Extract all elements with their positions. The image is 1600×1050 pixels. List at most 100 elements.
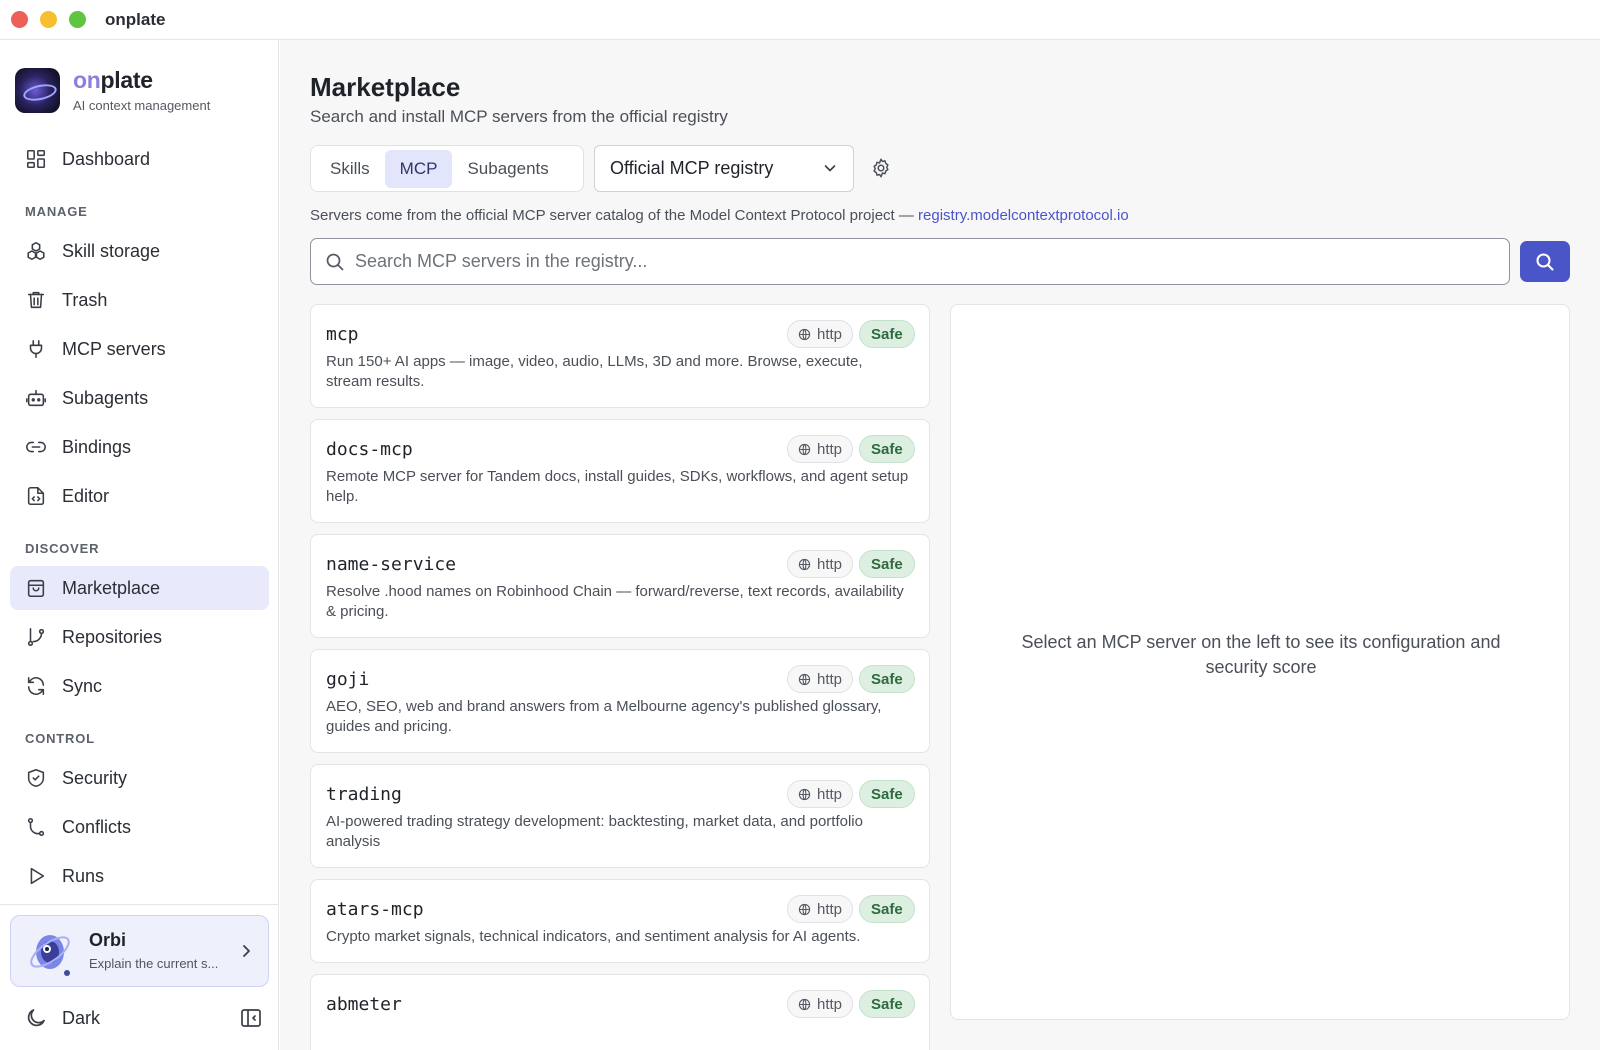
sidebar-item-skill-storage[interactable]: Skill storage: [10, 229, 269, 273]
collapse-sidebar-icon[interactable]: [239, 1006, 263, 1030]
boxes-icon: [24, 239, 48, 263]
server-card[interactable]: name-service http Safe Resolve .hood nam…: [310, 534, 930, 638]
server-description: Resolve .hood names on Robinhood Chain —…: [326, 583, 904, 620]
search-button[interactable]: [1520, 241, 1570, 282]
transport-badge: http: [787, 780, 854, 808]
refresh-icon: [24, 674, 48, 698]
moon-icon: [27, 1009, 45, 1027]
sidebar-item-label: Marketplace: [62, 577, 161, 598]
server-description: AEO, SEO, web and brand answers from a M…: [326, 698, 882, 735]
sidebar-item-repositories[interactable]: Repositories: [10, 615, 269, 659]
chevron-right-icon: [243, 945, 250, 957]
app-logo-icon: [15, 67, 60, 113]
server-card[interactable]: mcp http Safe Run 150+ AI apps — image, …: [310, 304, 930, 408]
section-label-discover: DISCOVER: [25, 541, 100, 556]
sidebar-item-marketplace[interactable]: Marketplace: [10, 566, 269, 610]
search-icon: [1536, 253, 1554, 270]
globe-icon: [798, 558, 811, 570]
assistant-card[interactable]: Orbi Explain the current s...: [10, 915, 269, 987]
theme-label: Dark: [62, 1007, 101, 1028]
tab-mcp[interactable]: MCP: [384, 149, 453, 188]
transport-badge: http: [787, 320, 854, 348]
play-icon: [24, 864, 48, 888]
section-label-control: CONTROL: [25, 731, 95, 746]
orbi-avatar-icon: [30, 935, 70, 976]
registry-select-value: Official MCP registry: [610, 158, 774, 178]
sidebar-item-label: Subagents: [62, 387, 149, 408]
tab-skills[interactable]: Skills: [315, 150, 385, 188]
status-badge: Safe: [859, 320, 915, 348]
tab-subagents[interactable]: Subagents: [452, 150, 563, 188]
gear-icon[interactable]: [870, 157, 892, 179]
assistant-name: Orbi: [89, 930, 127, 950]
page-subtitle: Search and install MCP servers from the …: [310, 107, 728, 126]
sidebar-item-editor[interactable]: Editor: [10, 474, 269, 518]
sidebar-item-runs[interactable]: Runs: [10, 854, 269, 898]
globe-icon: [798, 903, 811, 915]
sidebar-item-label: Dashboard: [62, 148, 151, 169]
registry-select[interactable]: Official MCP registry: [594, 145, 854, 192]
status-badge: Safe: [859, 550, 915, 578]
sidebar-item-label: MCP servers: [62, 338, 166, 359]
brand-name: onplate: [73, 67, 153, 93]
sidebar-item-dashboard[interactable]: Dashboard: [10, 137, 269, 181]
server-list: mcp http Safe Run 150+ AI apps — image, …: [310, 304, 930, 1050]
maximize-window-button[interactable]: [69, 11, 86, 28]
sidebar-item-security[interactable]: Security: [10, 756, 269, 800]
server-name: trading: [326, 784, 402, 805]
registry-link[interactable]: registry.modelcontextprotocol.io: [918, 207, 1129, 224]
sidebar-item-bindings[interactable]: Bindings: [10, 425, 269, 469]
page-title: Marketplace: [310, 72, 461, 102]
server-name: docs-mcp: [326, 439, 413, 460]
server-card[interactable]: docs-mcp http Safe Remote MCP server for…: [310, 419, 930, 523]
minimize-window-button[interactable]: [40, 11, 57, 28]
server-card[interactable]: abmeter http Safe: [310, 974, 930, 1050]
server-name: goji: [326, 669, 370, 690]
sidebar-item-label: Conflicts: [62, 816, 132, 837]
transport-badge: http: [787, 550, 854, 578]
search-input[interactable]: [355, 239, 1495, 284]
section-label-manage: MANAGE: [25, 204, 88, 219]
sidebar-item-label: Runs: [62, 865, 105, 886]
close-window-button[interactable]: [11, 11, 28, 28]
brand-subtitle: AI context management: [73, 98, 211, 113]
sidebar-item-subagents[interactable]: Subagents: [10, 376, 269, 420]
server-description: Crypto market signals, technical indicat…: [326, 928, 861, 945]
sidebar-item-label: Repositories: [62, 626, 163, 647]
category-tabs: Skills MCP Subagents: [310, 145, 584, 192]
theme-toggle[interactable]: Dark: [10, 998, 269, 1038]
sidebar-item-label: Trash: [62, 289, 108, 310]
trash-icon: [24, 288, 48, 312]
bot-icon: [24, 386, 48, 410]
server-description: AI-powered trading strategy development:…: [326, 813, 863, 850]
search-icon: [326, 253, 344, 271]
globe-icon: [798, 998, 811, 1010]
server-description: Run 150+ AI apps — image, video, audio, …: [326, 353, 863, 390]
sidebar-item-trash[interactable]: Trash: [10, 278, 269, 322]
empty-state-message: Select an MCP server on the left to see …: [1021, 632, 1501, 677]
sidebar-item-sync[interactable]: Sync: [10, 664, 269, 708]
sidebar-item-label: Sync: [62, 675, 103, 696]
globe-icon: [798, 673, 811, 685]
server-description: Remote MCP server for Tandem docs, insta…: [326, 468, 909, 505]
server-card[interactable]: trading http Safe AI-powered trading str…: [310, 764, 930, 868]
sidebar-item-label: Bindings: [62, 436, 132, 457]
dashboard-icon: [24, 147, 48, 171]
status-badge: Safe: [859, 435, 915, 463]
status-badge: Safe: [859, 990, 915, 1018]
window-title: onplate: [105, 10, 166, 29]
server-card[interactable]: goji http Safe AEO, SEO, web and brand a…: [310, 649, 930, 753]
server-name: atars-mcp: [326, 899, 424, 920]
transport-badge: http: [787, 435, 854, 463]
sidebar-item-label: Editor: [62, 485, 110, 506]
main-content: Marketplace Search and install MCP serve…: [280, 40, 1600, 1050]
globe-icon: [798, 788, 811, 800]
transport-badge: http: [787, 895, 854, 923]
server-detail-panel: Select an MCP server on the left to see …: [950, 304, 1570, 1020]
sidebar-item-mcp-servers[interactable]: MCP servers: [10, 327, 269, 371]
server-card[interactable]: atars-mcp http Safe Crypto market signal…: [310, 879, 930, 963]
sidebar-item-label: Security: [62, 767, 128, 788]
sidebar-item-conflicts[interactable]: Conflicts: [10, 805, 269, 849]
server-name: name-service: [326, 554, 457, 575]
status-badge: Safe: [859, 895, 915, 923]
